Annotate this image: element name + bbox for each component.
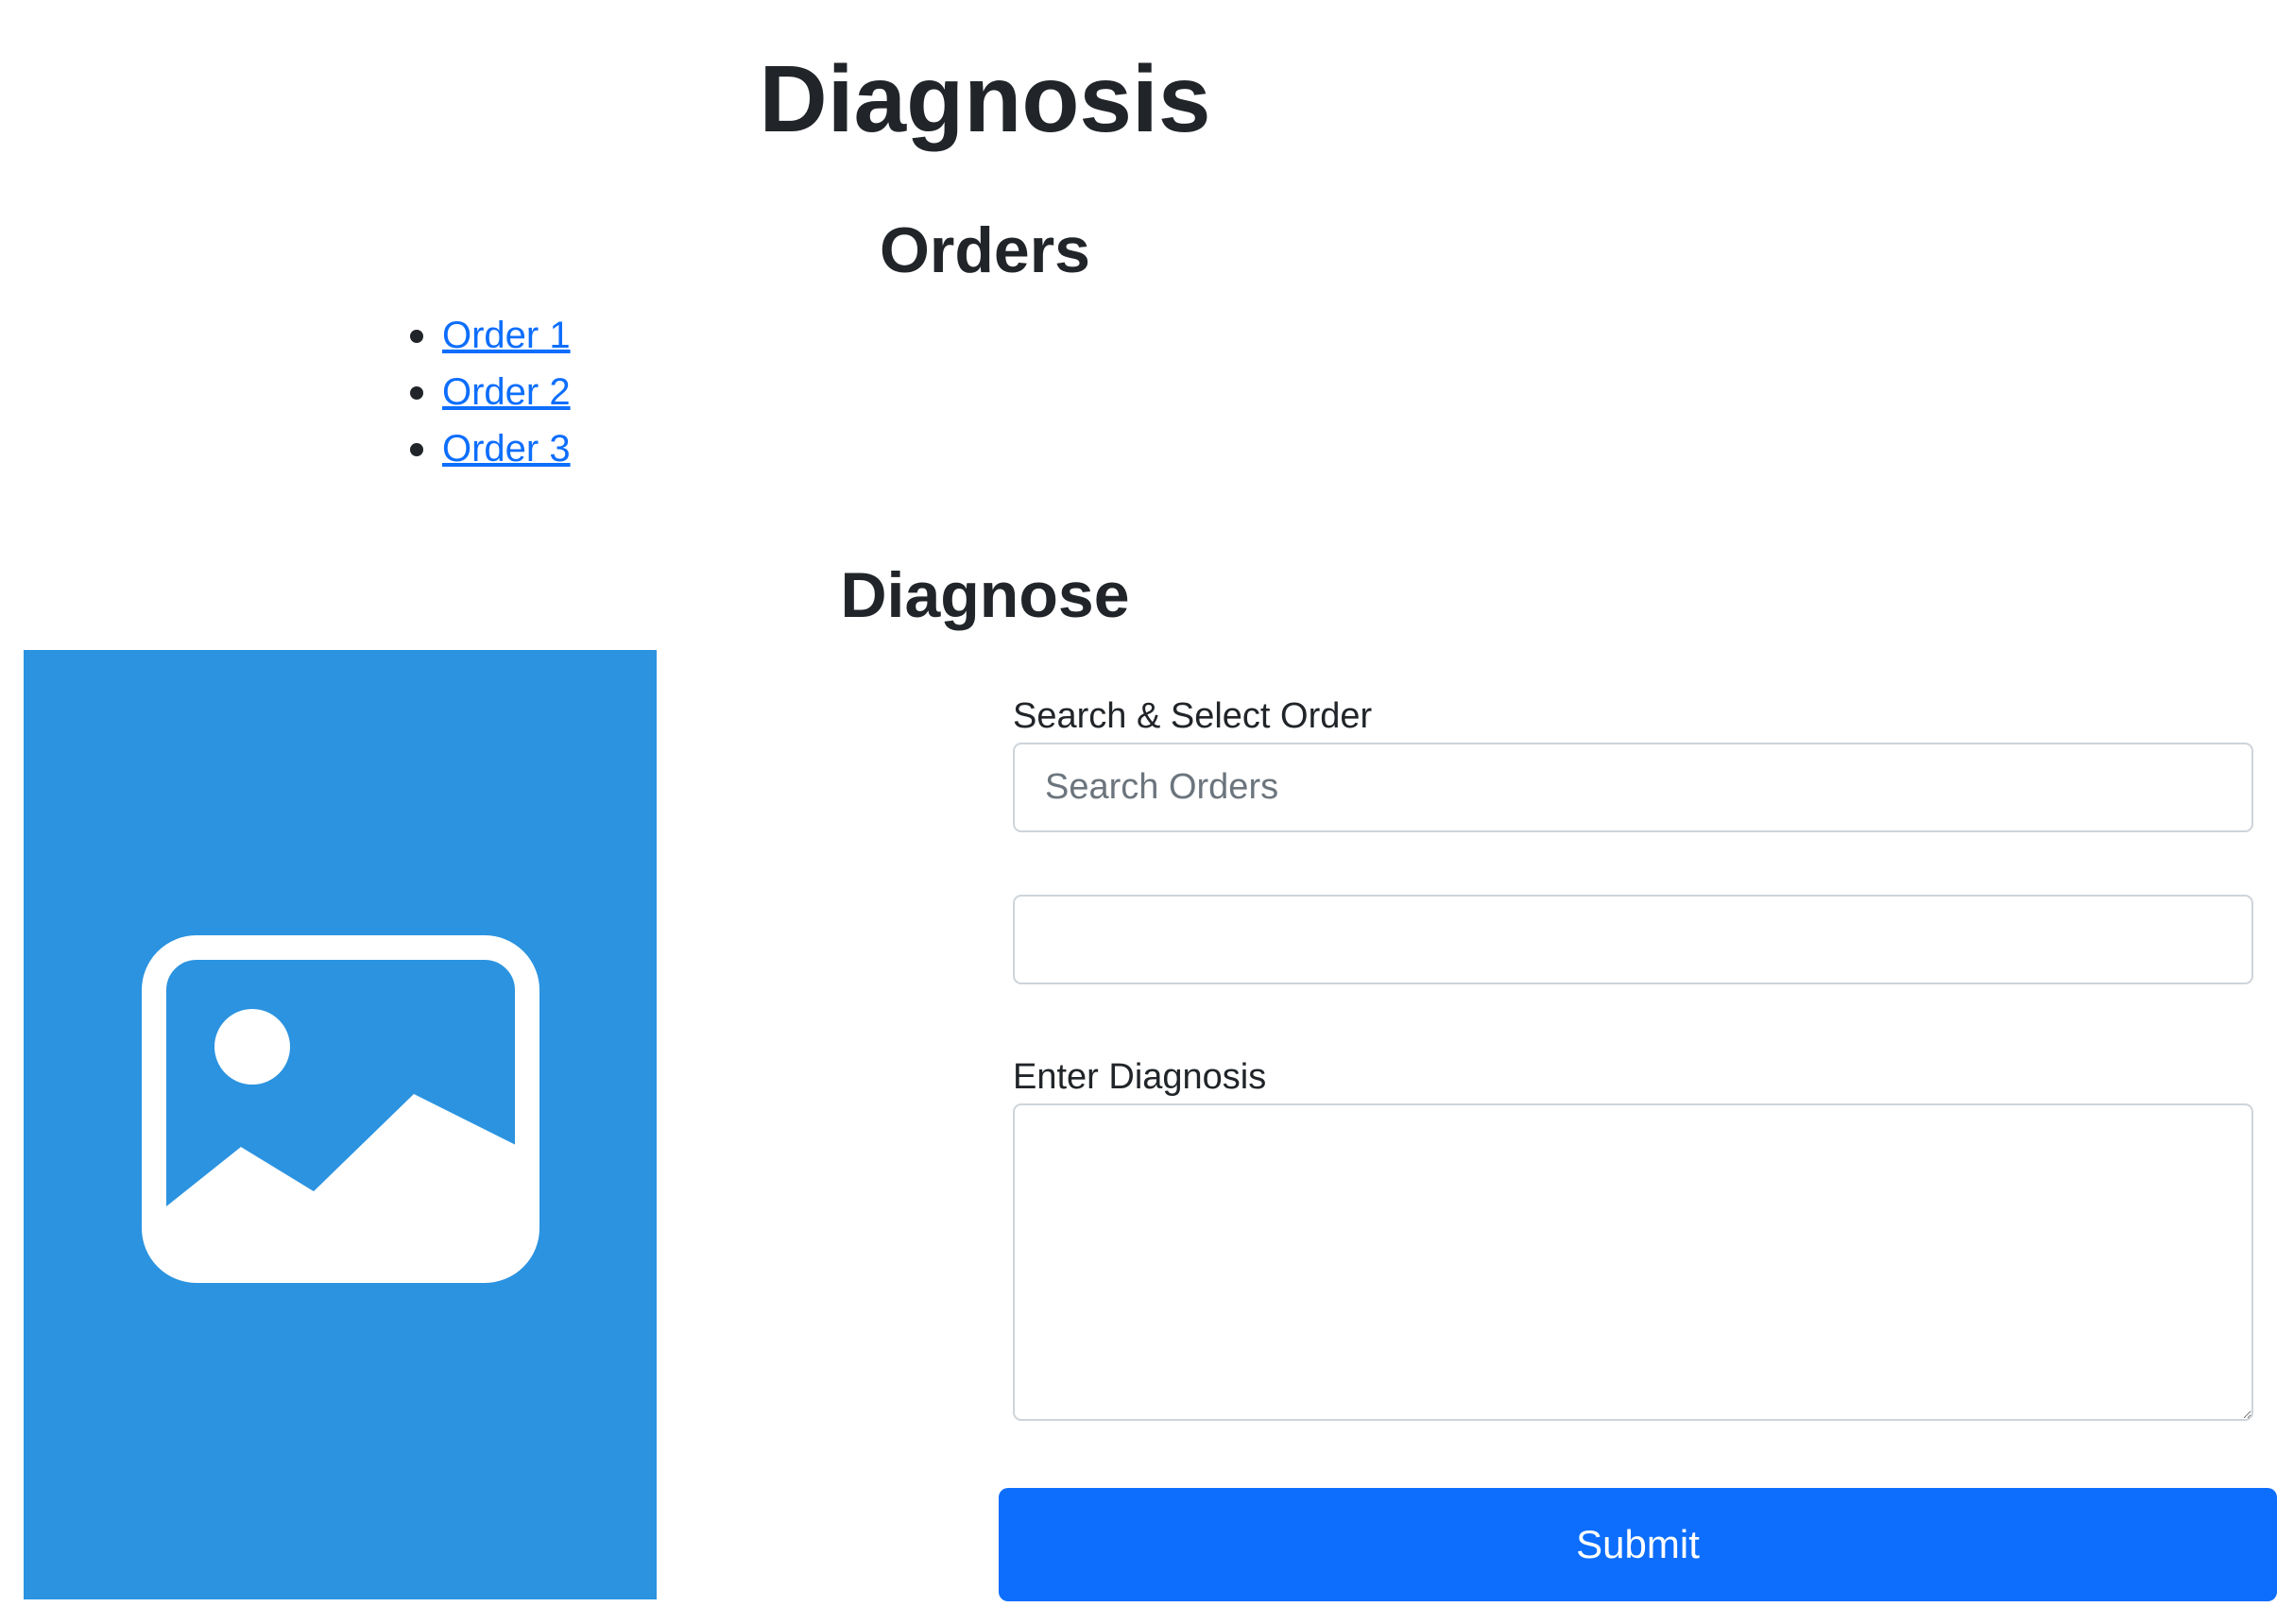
order-link-3[interactable]: Order 3 (442, 428, 571, 470)
diagnosis-textarea[interactable] (1013, 1103, 2253, 1421)
bullet-icon (410, 330, 423, 343)
diagnose-heading: Diagnose (840, 559, 1130, 631)
search-orders-input[interactable] (1013, 743, 2253, 832)
image-placeholder (24, 650, 657, 1599)
bullet-icon (410, 443, 423, 456)
diagnosis-label: Enter Diagnosis (1013, 1057, 1267, 1097)
order-link-1[interactable]: Order 1 (442, 315, 571, 356)
order-select-field[interactable] (1013, 895, 2253, 984)
list-item: Order 1 (397, 307, 571, 364)
submit-button[interactable]: Submit (999, 1488, 2277, 1601)
orders-list: Order 1 Order 2 Order 3 (397, 307, 571, 477)
orders-heading: Orders (880, 214, 1090, 286)
list-item: Order 3 (397, 420, 571, 477)
order-link-2[interactable]: Order 2 (442, 371, 571, 413)
page: Diagnosis Orders Order 1 Order 2 Order 3… (0, 0, 2277, 1624)
image-placeholder-icon (142, 935, 539, 1283)
page-title: Diagnosis (759, 46, 1211, 152)
bullet-icon (410, 386, 423, 400)
list-item: Order 2 (397, 364, 571, 420)
diagnose-form: Search & Select Order Enter Diagnosis (1013, 690, 2260, 1421)
search-order-label: Search & Select Order (1013, 696, 1373, 736)
